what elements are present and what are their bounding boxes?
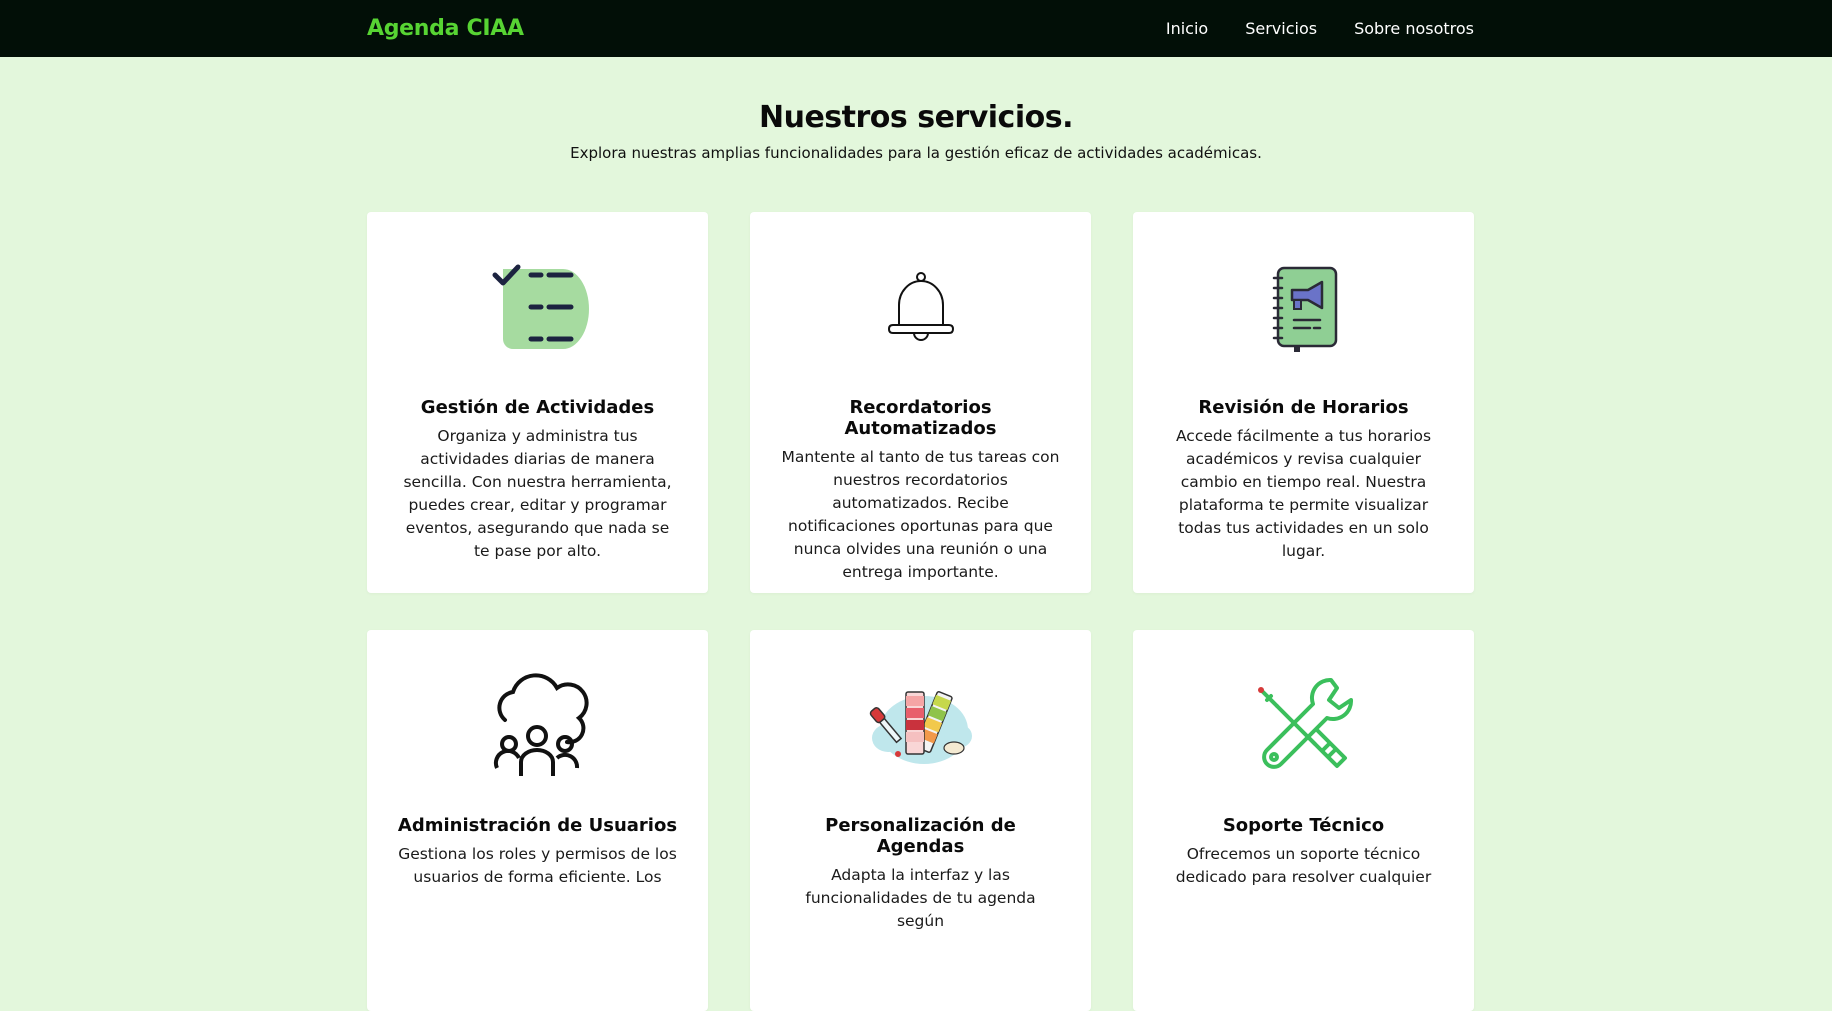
navbar: Agenda CIAA Inicio Servicios Sobre nosot…	[0, 0, 1832, 57]
notebook-megaphone-icon	[1249, 259, 1359, 359]
nav-links: Inicio Servicios Sobre nosotros	[1129, 19, 1474, 38]
navbar-inner: Agenda CIAA Inicio Servicios Sobre nosot…	[367, 16, 1474, 41]
service-card-gestion: Gestión de Actividades Organiza y admini…	[367, 212, 708, 593]
card-title: Recordatorios Automatizados	[844, 397, 997, 439]
page-title: Nuestros servicios.	[759, 100, 1073, 135]
service-card-personalizacion: Personalización de Agendas Adapta la int…	[750, 630, 1091, 1011]
tools-icon	[1249, 677, 1359, 777]
card-text: Gestiona los roles y permisos de los usu…	[398, 845, 677, 886]
services-header: Nuestros servicios. Explora nuestras amp…	[0, 57, 1832, 162]
nav-link-inicio[interactable]: Inicio	[1166, 19, 1208, 38]
services-grid: Gestión de Actividades Organiza y admini…	[367, 212, 1474, 1011]
card-title: Gestión de Actividades	[420, 397, 655, 418]
card-text: Mantente al tanto de tus tareas con nues…	[781, 448, 1060, 581]
service-card-recordatorios: Recordatorios Automatizados Mantente al …	[750, 212, 1091, 593]
card-text: Ofrecemos un soporte técnico dedicado pa…	[1175, 845, 1432, 886]
bell-icon	[866, 259, 976, 359]
card-text: Adapta la interfaz y las funcionalidades…	[805, 866, 1036, 930]
nav-link-servicios[interactable]: Servicios	[1245, 19, 1317, 38]
checklist-icon	[483, 259, 593, 359]
service-card-horarios: Revisión de Horarios Accede fácilmente a…	[1133, 212, 1474, 593]
service-card-usuarios: Administración de Usuarios Gestiona los …	[367, 630, 708, 1011]
page-subtitle: Explora nuestras amplias funcionalidades…	[570, 144, 1262, 162]
service-card-soporte: Soporte Técnico Ofrecemos un soporte téc…	[1133, 630, 1474, 1011]
cloud-users-icon	[483, 673, 593, 777]
nav-link-sobre-nosotros[interactable]: Sobre nosotros	[1354, 19, 1474, 38]
card-text: Accede fácilmente a tus horarios académi…	[1175, 427, 1432, 560]
color-palette-icon	[866, 677, 976, 777]
card-title: Soporte Técnico	[1222, 815, 1385, 836]
card-text: Organiza y administra tus actividades di…	[403, 427, 672, 560]
brand-logo[interactable]: Agenda CIAA	[367, 16, 524, 41]
card-title: Administración de Usuarios	[397, 815, 678, 836]
card-title: Personalización de Agendas	[825, 815, 1016, 857]
card-title: Revisión de Horarios	[1198, 397, 1409, 418]
